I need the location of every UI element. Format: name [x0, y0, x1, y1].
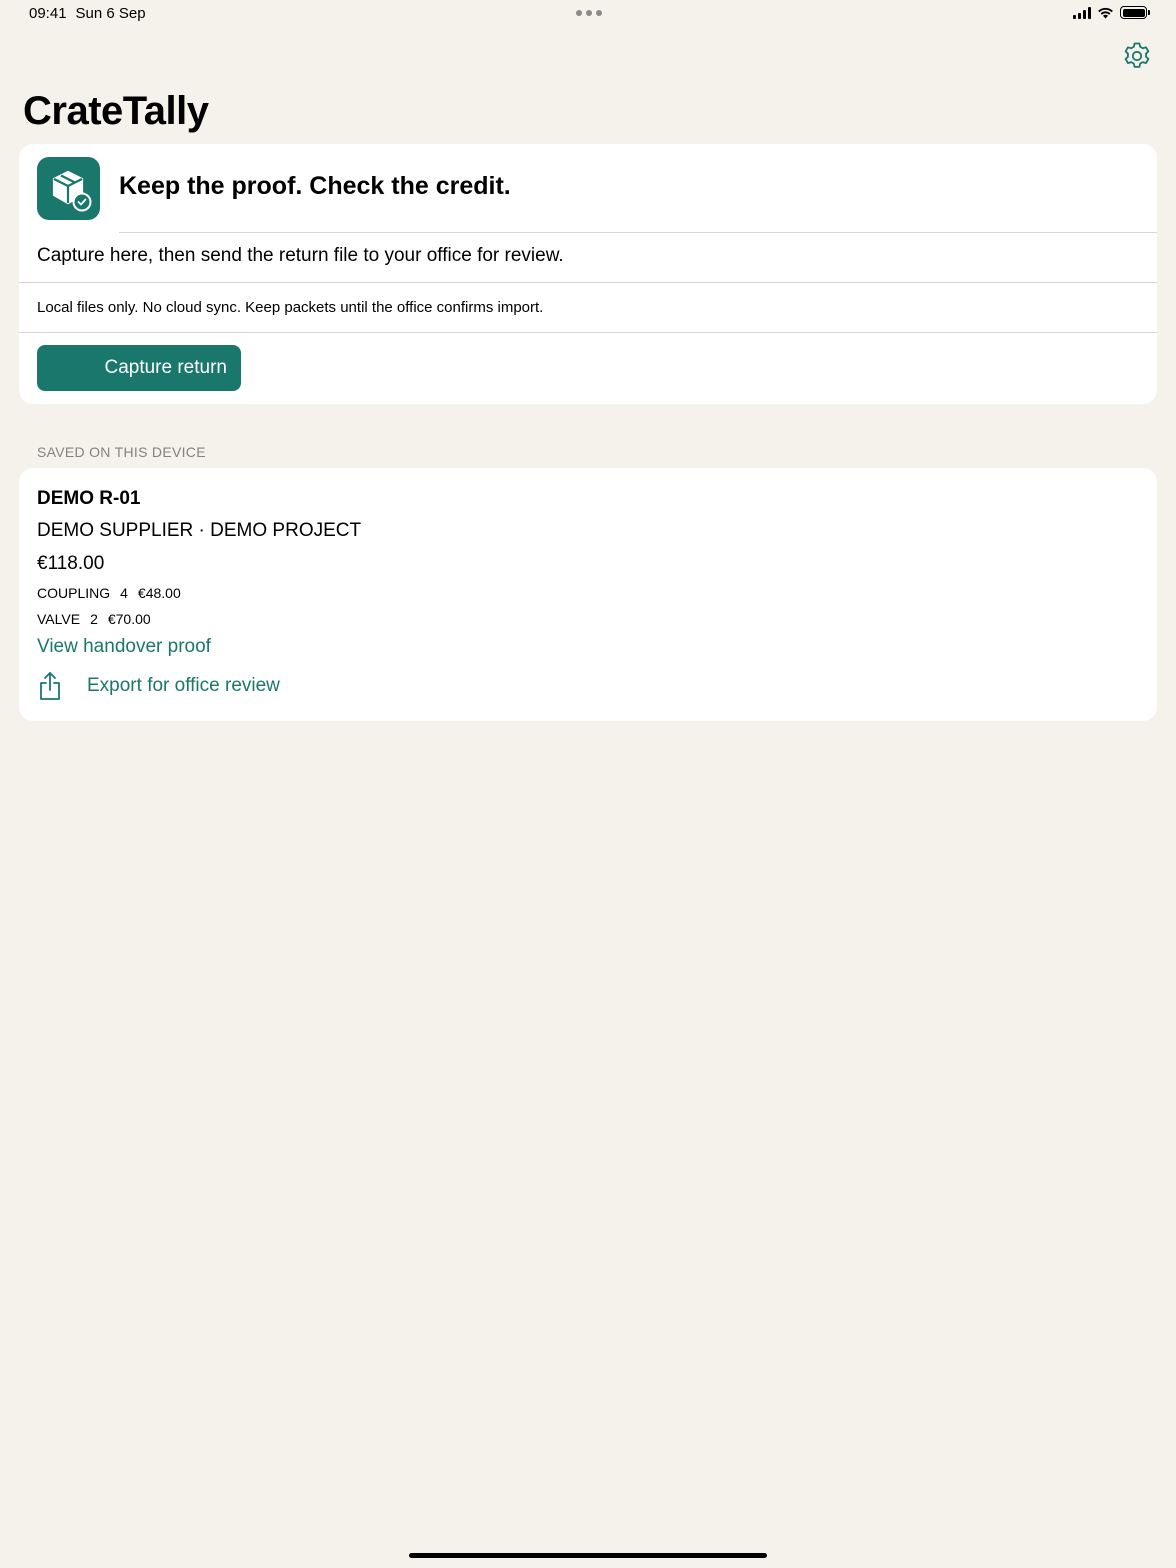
divider — [19, 332, 1157, 333]
saved-return-card: DEMO R-01 DEMO SUPPLIER · DEMO PROJECT €… — [19, 468, 1157, 721]
battery-icon — [1120, 6, 1150, 19]
export-office-review-button[interactable]: Export for office review — [37, 671, 280, 701]
line-item-name: VALVE — [37, 611, 81, 627]
line-item: VALVE 2 €70.00 — [37, 611, 151, 627]
record-total: €118.00 — [37, 553, 105, 574]
home-indicator[interactable] — [409, 1553, 767, 1558]
view-handover-proof-link[interactable]: View handover proof — [37, 636, 211, 658]
record-supplier-project: DEMO SUPPLIER · DEMO PROJECT — [37, 520, 362, 541]
divider — [119, 232, 1157, 233]
multitasking-dots[interactable] — [576, 10, 602, 16]
export-office-review-label: Export for office review — [87, 675, 280, 696]
status-bar: 09:41 Sun 6 Sep — [0, 0, 1176, 28]
capture-return-label: Capture return — [104, 357, 227, 378]
intro-card: Keep the proof. Check the credit. Captur… — [19, 144, 1157, 404]
divider — [19, 282, 1157, 283]
line-item: COUPLING 4 €48.00 — [37, 585, 181, 601]
status-indicators — [1073, 6, 1150, 19]
page-title: CrateTally — [23, 89, 209, 133]
capture-return-button[interactable]: Capture return — [37, 345, 241, 391]
line-item-amount: €48.00 — [137, 585, 181, 601]
status-time: 09:41 — [29, 5, 67, 22]
gear-icon — [1124, 42, 1150, 68]
signal-icon — [1073, 6, 1091, 19]
line-item-qty: 4 — [120, 585, 128, 601]
status-time-date: 09:41 Sun 6 Sep — [29, 5, 146, 22]
section-header-saved: SAVED ON THIS DEVICE — [37, 444, 206, 460]
hero-headline: Keep the proof. Check the credit. — [119, 172, 511, 200]
wifi-icon — [1098, 7, 1113, 18]
privacy-note: Local files only. No cloud sync. Keep pa… — [37, 299, 544, 316]
settings-button[interactable] — [1121, 40, 1153, 72]
package-check-icon — [37, 157, 100, 220]
line-item-name: COUPLING — [37, 585, 111, 601]
line-item-qty: 2 — [90, 611, 98, 627]
share-icon — [40, 672, 60, 700]
line-item-amount: €70.00 — [107, 611, 151, 627]
hero-subtitle: Capture here, then send the return file … — [37, 245, 564, 266]
status-date: Sun 6 Sep — [75, 5, 146, 22]
record-id: DEMO R-01 — [37, 488, 141, 509]
